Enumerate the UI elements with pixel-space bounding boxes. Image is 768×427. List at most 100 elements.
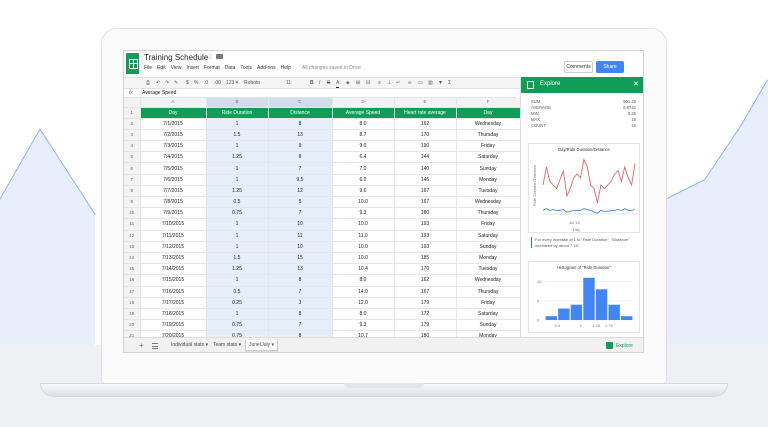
text-color-icon[interactable]: A — [336, 80, 340, 88]
sheets-logo-icon[interactable] — [126, 53, 139, 74]
cell[interactable]: 1 — [206, 118, 269, 130]
cell[interactable]: 7/12/2015 — [140, 241, 207, 253]
cell[interactable]: 7 — [268, 162, 333, 175]
cell[interactable]: 7/7/2015 — [140, 185, 207, 198]
cell[interactable]: 170 — [394, 129, 457, 142]
functions-icon[interactable]: Σ — [448, 80, 451, 87]
cell[interactable]: Wednesday — [456, 118, 521, 130]
column-letter-d[interactable]: D — [332, 98, 395, 108]
cell[interactable]: 167 — [394, 196, 457, 209]
cell[interactable]: 9.0 — [332, 140, 395, 153]
menu-edit[interactable]: Edit — [157, 65, 166, 71]
cell[interactable]: Friday — [456, 297, 521, 309]
menu-tools[interactable]: Tools — [240, 65, 252, 71]
cell[interactable]: 10 — [268, 218, 333, 231]
close-icon[interactable]: ✕ — [633, 80, 639, 88]
histogram-bar[interactable] — [570, 304, 583, 320]
percent-icon[interactable]: % — [194, 80, 198, 87]
cell[interactable]: 170 — [394, 263, 457, 276]
cell[interactable]: Tuesday — [456, 185, 521, 198]
menu-data[interactable]: Data — [225, 65, 236, 71]
italic-icon[interactable]: I — [319, 80, 320, 87]
cell[interactable]: 6.4 — [332, 151, 395, 164]
cell[interactable]: 10.0 — [332, 241, 395, 253]
line-series-0[interactable] — [542, 158, 636, 204]
column-letter-f[interactable]: F — [456, 98, 521, 108]
cell[interactable]: 185 — [394, 252, 457, 265]
cell[interactable]: 7/9/2015 — [140, 207, 207, 220]
histogram-bar[interactable] — [545, 316, 557, 320]
cell[interactable]: 193 — [394, 230, 457, 242]
cell[interactable]: Sunday — [456, 241, 521, 253]
cell[interactable]: Sunday — [456, 162, 521, 175]
cell[interactable]: 7/15/2015 — [140, 274, 207, 287]
cell[interactable]: 179 — [394, 319, 457, 332]
cell[interactable]: 145 — [394, 174, 457, 186]
cell[interactable]: 9.5 — [268, 174, 333, 186]
header-cell[interactable]: Day — [456, 107, 521, 119]
valign-icon[interactable]: ⊥ — [387, 80, 391, 87]
row-number[interactable]: 7 — [124, 174, 141, 186]
cell[interactable]: 7 — [268, 319, 333, 332]
cell[interactable]: 9 — [268, 140, 333, 153]
cell[interactable]: 172 — [394, 308, 457, 321]
row-number[interactable]: 15 — [124, 263, 141, 276]
decimal-increase-icon[interactable]: .00 — [214, 80, 221, 87]
row-number[interactable]: 14 — [124, 252, 141, 265]
cell[interactable]: Saturday — [456, 308, 521, 321]
formula-value[interactable]: Average Speed — [142, 90, 176, 96]
link-icon[interactable]: ∞ — [408, 80, 412, 87]
align-icon[interactable]: ≡ — [378, 80, 381, 87]
sheet-tab-individual-stats[interactable]: Individual stats ▾ — [168, 340, 211, 351]
cell[interactable]: 0.75 — [206, 207, 269, 220]
decimal-decrease-icon[interactable]: .0 — [204, 80, 208, 87]
more-formats-icon[interactable]: 123 ▾ — [226, 80, 238, 87]
cell[interactable]: 180 — [394, 207, 457, 220]
cell[interactable]: 9.3 — [332, 319, 395, 332]
row-number[interactable]: 13 — [124, 241, 141, 253]
document-title[interactable]: Training Schedule — [144, 53, 208, 62]
menu-help[interactable]: Help — [281, 65, 291, 71]
cell[interactable]: 7 — [268, 286, 333, 298]
cell[interactable]: 7 — [268, 207, 333, 220]
merge-icon[interactable]: ⊟ — [366, 80, 370, 87]
header-cell[interactable]: Day — [140, 107, 207, 119]
cell[interactable]: 1.5 — [206, 252, 269, 265]
wrap-icon[interactable]: ↵ — [396, 80, 400, 87]
header-cell[interactable]: Distance — [268, 107, 333, 119]
cell[interactable]: Friday — [456, 218, 521, 231]
cell[interactable]: 7/6/2015 — [140, 174, 207, 186]
cell[interactable]: Thursday — [456, 129, 521, 142]
star-icon[interactable]: ☆ — [206, 52, 213, 61]
row-number[interactable]: 1 — [124, 107, 141, 119]
cell[interactable]: 5 — [268, 196, 333, 209]
cell[interactable]: 1 — [206, 230, 269, 242]
paint-format-icon[interactable]: ✎ — [174, 80, 178, 87]
menu-format[interactable]: Format — [204, 65, 220, 71]
cell[interactable]: 1.25 — [206, 185, 269, 198]
cell[interactable]: 7/3/2015 — [140, 140, 207, 153]
cell[interactable]: 1 — [206, 241, 269, 253]
line-series-1[interactable] — [542, 208, 636, 214]
cell[interactable]: 10 — [268, 241, 333, 253]
cell[interactable]: 162 — [394, 118, 457, 130]
cell[interactable]: 7/16/2015 — [140, 286, 207, 298]
cell[interactable]: 7/13/2015 — [140, 252, 207, 265]
cell[interactable]: 7/18/2015 — [140, 308, 207, 321]
cell[interactable]: 7/14/2015 — [140, 263, 207, 276]
cell[interactable]: Monday — [456, 174, 521, 186]
cell[interactable]: 7.0 — [332, 162, 395, 175]
cell[interactable]: 1 — [206, 174, 269, 186]
cell[interactable]: 7/4/2015 — [140, 151, 207, 164]
histogram-bar[interactable] — [608, 304, 620, 320]
cell[interactable]: 1 — [206, 162, 269, 175]
cell[interactable]: Sunday — [456, 319, 521, 332]
cell[interactable]: 0.5 — [206, 286, 269, 298]
cell[interactable]: 0.75 — [206, 319, 269, 332]
row-number[interactable]: 8 — [124, 185, 141, 198]
filter-icon[interactable]: ▼ — [438, 80, 443, 87]
bold-icon[interactable]: B — [310, 80, 314, 87]
cell[interactable]: Monday — [456, 252, 521, 265]
add-sheet-icon[interactable]: + — [139, 341, 144, 350]
row-number[interactable]: 20 — [124, 319, 141, 332]
